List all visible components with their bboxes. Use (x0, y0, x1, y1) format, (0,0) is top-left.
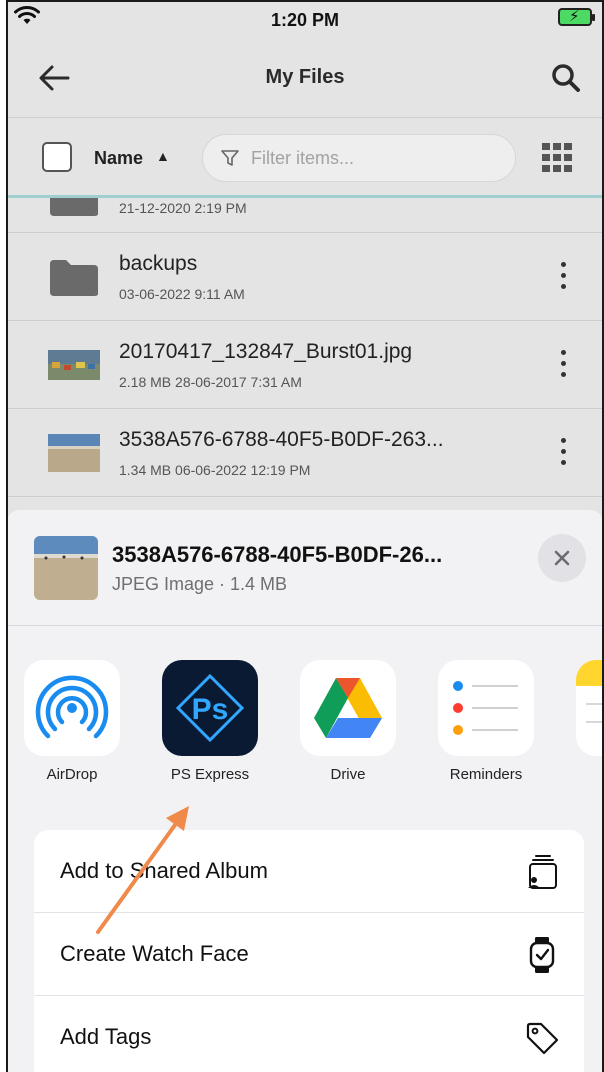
toolbar-filter-row: Name ▲ (6, 118, 604, 198)
screenshot-border-left (6, 0, 8, 1072)
navigation-bar: My Files (6, 40, 604, 118)
watch-icon (529, 937, 555, 973)
share-sheet: 3538A576-6788-40F5-B0DF-26... JPEG Image… (6, 510, 604, 1072)
shared-file-thumbnail (34, 536, 98, 600)
svg-text:Ps: Ps (192, 693, 229, 726)
close-icon (554, 550, 570, 566)
screenshot-border-top (6, 0, 604, 2)
airdrop-icon (24, 660, 120, 756)
share-app-airdrop[interactable]: AirDrop (12, 660, 132, 783)
share-app-drive[interactable]: Drive (288, 660, 408, 783)
action-label: Add to Shared Album (60, 858, 268, 883)
sort-ascending-icon[interactable]: ▲ (156, 148, 170, 164)
tag-icon (526, 1022, 559, 1055)
share-sheet-subtitle: JPEG Image · 1.4 MB (112, 574, 288, 594)
action-add-to-shared-album[interactable]: Add to Shared Album (34, 830, 584, 913)
action-add-tags[interactable]: Add Tags (34, 996, 584, 1072)
phone-screen: 1:20 PM ⚡ My Files Name ▲ Filter items..… (6, 0, 604, 1072)
status-time: 1:20 PM (270, 10, 340, 30)
share-sheet-title: 3538A576-6788-40F5-B0DF-26... (112, 542, 443, 567)
file-list: 21-12-2020 2:19 PM backups 03-06-2022 9:… (6, 198, 604, 510)
file-name: 3538A576-6788-40F5-B0DF-263... (119, 428, 444, 451)
reminders-icon (438, 660, 534, 756)
file-name: 20170417_132847_Burst01.jpg (119, 340, 413, 363)
more-options-icon[interactable] (558, 350, 568, 382)
image-thumbnail (48, 350, 100, 380)
file-meta: 2.18 MB 28-06-2017 7:31 AM (119, 374, 302, 390)
filter-box (202, 134, 516, 182)
folder-icon (50, 260, 98, 296)
status-bar: 1:20 PM ⚡ (6, 0, 604, 40)
app-label: Drive (330, 766, 366, 783)
list-item[interactable]: 20170417_132847_Burst01.jpg 2.18 MB 28-0… (6, 322, 604, 409)
image-thumbnail (48, 434, 100, 472)
file-name: backups (119, 252, 198, 275)
sort-by-name-button[interactable]: Name (94, 148, 143, 169)
action-label: Create Watch Face (60, 941, 249, 966)
share-app-notes-partial[interactable] (564, 660, 604, 756)
google-drive-icon (300, 660, 396, 756)
share-apps-row: AirDrop Ps PS Express Drive Reminders (6, 660, 604, 810)
more-options-icon[interactable] (558, 262, 568, 294)
share-app-ps-express[interactable]: Ps PS Express (150, 660, 270, 783)
app-label: PS Express (170, 766, 250, 783)
grid-view-icon[interactable] (542, 143, 574, 173)
file-meta: 21-12-2020 2:19 PM (119, 200, 247, 216)
select-all-checkbox[interactable] (42, 142, 72, 172)
close-button[interactable] (538, 534, 586, 582)
folder-icon (50, 198, 98, 216)
app-label: AirDrop (46, 766, 98, 783)
app-label: Reminders (449, 766, 523, 783)
shared-album-icon (528, 855, 557, 889)
share-sheet-header: 3538A576-6788-40F5-B0DF-26... JPEG Image… (6, 510, 604, 626)
ps-express-icon: Ps (162, 660, 258, 756)
action-label: Add Tags (60, 1024, 152, 1049)
notes-icon (576, 660, 604, 756)
share-actions-list: Add to Shared Album Create Watch Face Ad… (34, 830, 584, 1072)
file-meta: 03-06-2022 9:11 AM (119, 286, 245, 302)
list-item[interactable]: backups 03-06-2022 9:11 AM (6, 234, 604, 321)
search-icon[interactable] (546, 60, 586, 96)
file-meta: 1.34 MB 06-06-2022 12:19 PM (119, 462, 311, 478)
more-options-icon[interactable] (558, 438, 568, 470)
action-create-watch-face[interactable]: Create Watch Face (34, 913, 584, 996)
share-app-reminders[interactable]: Reminders (426, 660, 546, 783)
filter-input[interactable] (251, 146, 501, 170)
filter-funnel-icon (221, 150, 239, 166)
list-item[interactable]: 21-12-2020 2:19 PM (6, 198, 604, 233)
battery-icon: ⚡ (558, 8, 595, 26)
list-item[interactable]: 3538A576-6788-40F5-B0DF-263... 1.34 MB 0… (6, 410, 604, 497)
page-title: My Files (265, 66, 345, 88)
